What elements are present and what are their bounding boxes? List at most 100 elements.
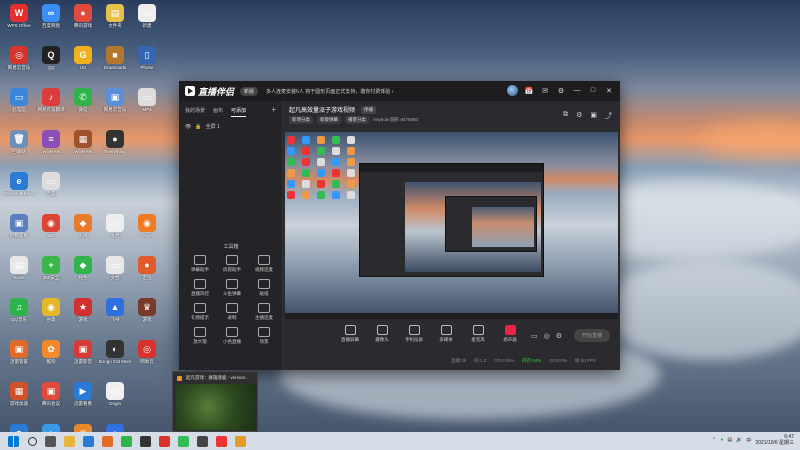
ime-indicator[interactable]: 中 xyxy=(746,437,751,444)
toolbox-item[interactable]: 放大镜 xyxy=(185,327,215,345)
clock[interactable]: 6:47 2021/10/6 星期三 xyxy=(755,434,794,446)
desktop-icon[interactable]: ● 腾讯游戏 xyxy=(66,2,100,36)
notice-banner[interactable]: 多人连麦安装6人 将于圆形页面正式支持，邀你付费体验 › xyxy=(266,88,393,95)
desktop-icon[interactable]: ▭ 新建 xyxy=(130,2,164,36)
wechat-tray-icon[interactable]: ● xyxy=(720,437,723,443)
title-bar[interactable]: 直播伴侣 新版 多人连麦安装6人 将于圆形页面正式支持，邀你付费体验 › 📅 ✉… xyxy=(179,81,620,101)
source-button[interactable]: 直播屏幕 xyxy=(339,325,361,343)
music-icon[interactable] xyxy=(159,435,170,447)
category-pill[interactable]: 新增分类 xyxy=(289,116,313,124)
source-button[interactable]: 扬声器 xyxy=(499,325,521,343)
edge-icon[interactable] xyxy=(83,435,94,447)
layout-icon[interactable]: ⧉ xyxy=(563,111,568,121)
podcast-button[interactable]: 播客分类 xyxy=(345,116,369,124)
desktop-icon[interactable]: G UU xyxy=(66,44,100,78)
desktop-icon[interactable]: ▯ Phone xyxy=(130,44,164,78)
eye-icon[interactable]: 👁 xyxy=(185,124,191,130)
search-icon[interactable] xyxy=(28,436,37,446)
start-live-button[interactable]: 开始直播 xyxy=(573,329,610,342)
tab-add[interactable]: 可添加 xyxy=(231,107,247,117)
desktop-icon[interactable]: e Microsoft Edge xyxy=(2,170,36,204)
desktop-icon[interactable]: ▤ Excel xyxy=(2,254,36,288)
toolbox-item[interactable]: 录制 xyxy=(217,303,247,321)
desktop-icon[interactable]: ◉ 360 xyxy=(34,212,68,246)
desktop-icon[interactable]: ◉ Origin xyxy=(130,212,164,246)
desktop-icon[interactable]: ▤ 文件夹 xyxy=(98,2,132,36)
close-icon[interactable]: ✕ xyxy=(604,87,614,95)
source-button[interactable]: 手机投屏 xyxy=(403,325,425,343)
app-icon[interactable] xyxy=(178,435,189,447)
stream-title[interactable]: 起凡高效量派子游戏视频 xyxy=(289,105,355,114)
app-icon[interactable] xyxy=(197,435,208,447)
toolbox-item[interactable]: 主播连麦 xyxy=(249,303,279,321)
desktop-icon[interactable]: ✆ 微信 xyxy=(66,86,100,120)
source-button[interactable]: 多媒体 xyxy=(435,325,457,343)
toolbox-item[interactable]: 斗鱼弹幕 xyxy=(217,279,247,297)
gear-icon[interactable]: ⚙ xyxy=(576,111,582,121)
tab-scenes[interactable]: 我的场景 xyxy=(185,107,205,117)
desktop-icon[interactable]: ● 定位 xyxy=(130,254,164,288)
source-button[interactable]: 麦克风 xyxy=(467,325,489,343)
toolbox-item[interactable]: 视频连麦 xyxy=(249,255,279,273)
toolbox-item[interactable]: 小色直播 xyxy=(217,327,247,345)
record-icon[interactable]: ▭ xyxy=(531,332,538,340)
app-icon[interactable] xyxy=(102,435,113,447)
desktop-icon[interactable]: ▦ WinRAR xyxy=(66,128,100,162)
add-scene-button[interactable]: + xyxy=(271,106,276,117)
desktop-icon[interactable]: ♛ 游戏 xyxy=(130,296,164,330)
desktop-icon[interactable]: ◆ 火绒 xyxy=(66,212,100,246)
desktop-icon[interactable]: +360安全 xyxy=(34,254,68,288)
mail-icon[interactable]: ✉ xyxy=(540,87,550,95)
maximize-icon[interactable]: □ xyxy=(588,87,598,94)
tab-canvas[interactable]: 画布 xyxy=(213,107,223,117)
desktop-icon[interactable]: ◎ 网易云音乐 xyxy=(2,44,36,78)
desktop-icon[interactable]: ▶ 迅雷看看 xyxy=(66,380,100,414)
desktop-icon[interactable]: ▭ 文档 xyxy=(98,212,132,246)
desktop-icon[interactable]: ∞ 百度网盘 xyxy=(34,2,68,36)
desktop-icon[interactable]: ▣ 腾讯会议 xyxy=(34,380,68,414)
desktop-icon[interactable]: ◐ Bongo Cat Mver xyxy=(98,338,132,372)
game-taskbar-icon[interactable] xyxy=(235,435,246,447)
live-companion-taskbar-icon[interactable] xyxy=(216,435,227,447)
start-icon[interactable] xyxy=(8,435,19,447)
toolbox-item[interactable]: 弹幕助手 xyxy=(185,255,215,273)
scene-row[interactable]: 👁 🔒 全屏 1 xyxy=(179,120,282,133)
desktop-icon[interactable]: ≡ WinRAR xyxy=(34,128,68,162)
desktop-icon[interactable]: ♫ QQ音乐 xyxy=(2,296,36,330)
taskbar-thumbnail[interactable]: 起凡游戏：群雄逐鹿 - version... xyxy=(172,371,258,432)
toolbox-item[interactable]: 房管助手 xyxy=(217,255,247,273)
desktop-icon[interactable]: ▣ 网易云音乐 xyxy=(98,86,132,120)
task-view-icon[interactable] xyxy=(45,435,56,447)
toolbox-item[interactable]: 直播风控 xyxy=(185,279,215,297)
desktop-icon[interactable]: ◆ 绿色 xyxy=(66,254,100,288)
desktop-icon[interactable]: ▲ 飞书 xyxy=(98,296,132,330)
desktop-icon[interactable]: ♪ 网易有道翻译 xyxy=(34,86,68,120)
desktop-icon[interactable]: ▭ Origin xyxy=(98,380,132,414)
desktop-icon[interactable]: ✿ 酷狗 xyxy=(34,338,68,372)
desktop-icon[interactable]: ▭ MP4 xyxy=(130,86,164,120)
desktop-icon[interactable]: ▦ 游戏加速 xyxy=(2,380,36,414)
wechat-icon[interactable] xyxy=(121,435,132,447)
toolbox-item[interactable]: 场景 xyxy=(249,327,279,345)
stream-preview[interactable] xyxy=(285,132,618,319)
screen-icon[interactable]: ▣ xyxy=(590,111,597,121)
network-icon[interactable]: ▤ xyxy=(727,437,732,443)
desktop-icon[interactable]: ▭ 迅雷 xyxy=(34,170,68,204)
desktop-icon[interactable]: 🗑 回收站 xyxy=(2,128,36,162)
desktop-icon[interactable]: ▣ 控制面板 xyxy=(2,212,36,246)
camera-icon[interactable]: ◎ xyxy=(544,332,550,340)
source-button[interactable]: 摄像头 xyxy=(371,325,393,343)
desktop-icon[interactable]: Q QQ xyxy=(34,44,68,78)
danmaku-pill[interactable]: 新版弹幕 xyxy=(317,116,341,124)
lock-icon[interactable]: 🔒 xyxy=(195,124,201,130)
desktop-icon[interactable]: ◉ 谷歌 xyxy=(34,296,68,330)
avatar[interactable] xyxy=(507,85,518,96)
desktop-icon[interactable]: ◎ 网易云 xyxy=(130,338,164,372)
desktop-icon[interactable]: ▣ 迅雷影音 xyxy=(66,338,100,372)
gear-icon[interactable]: ⚙ xyxy=(556,332,562,340)
share-icon[interactable]: ⤴ xyxy=(605,111,612,121)
desktop-icon[interactable]: ▭ 此电脑 xyxy=(2,86,36,120)
chevron-up-icon[interactable]: ⌃ xyxy=(712,437,716,443)
minimize-icon[interactable]: — xyxy=(572,87,582,94)
volume-icon[interactable]: 🔊 xyxy=(736,437,742,443)
